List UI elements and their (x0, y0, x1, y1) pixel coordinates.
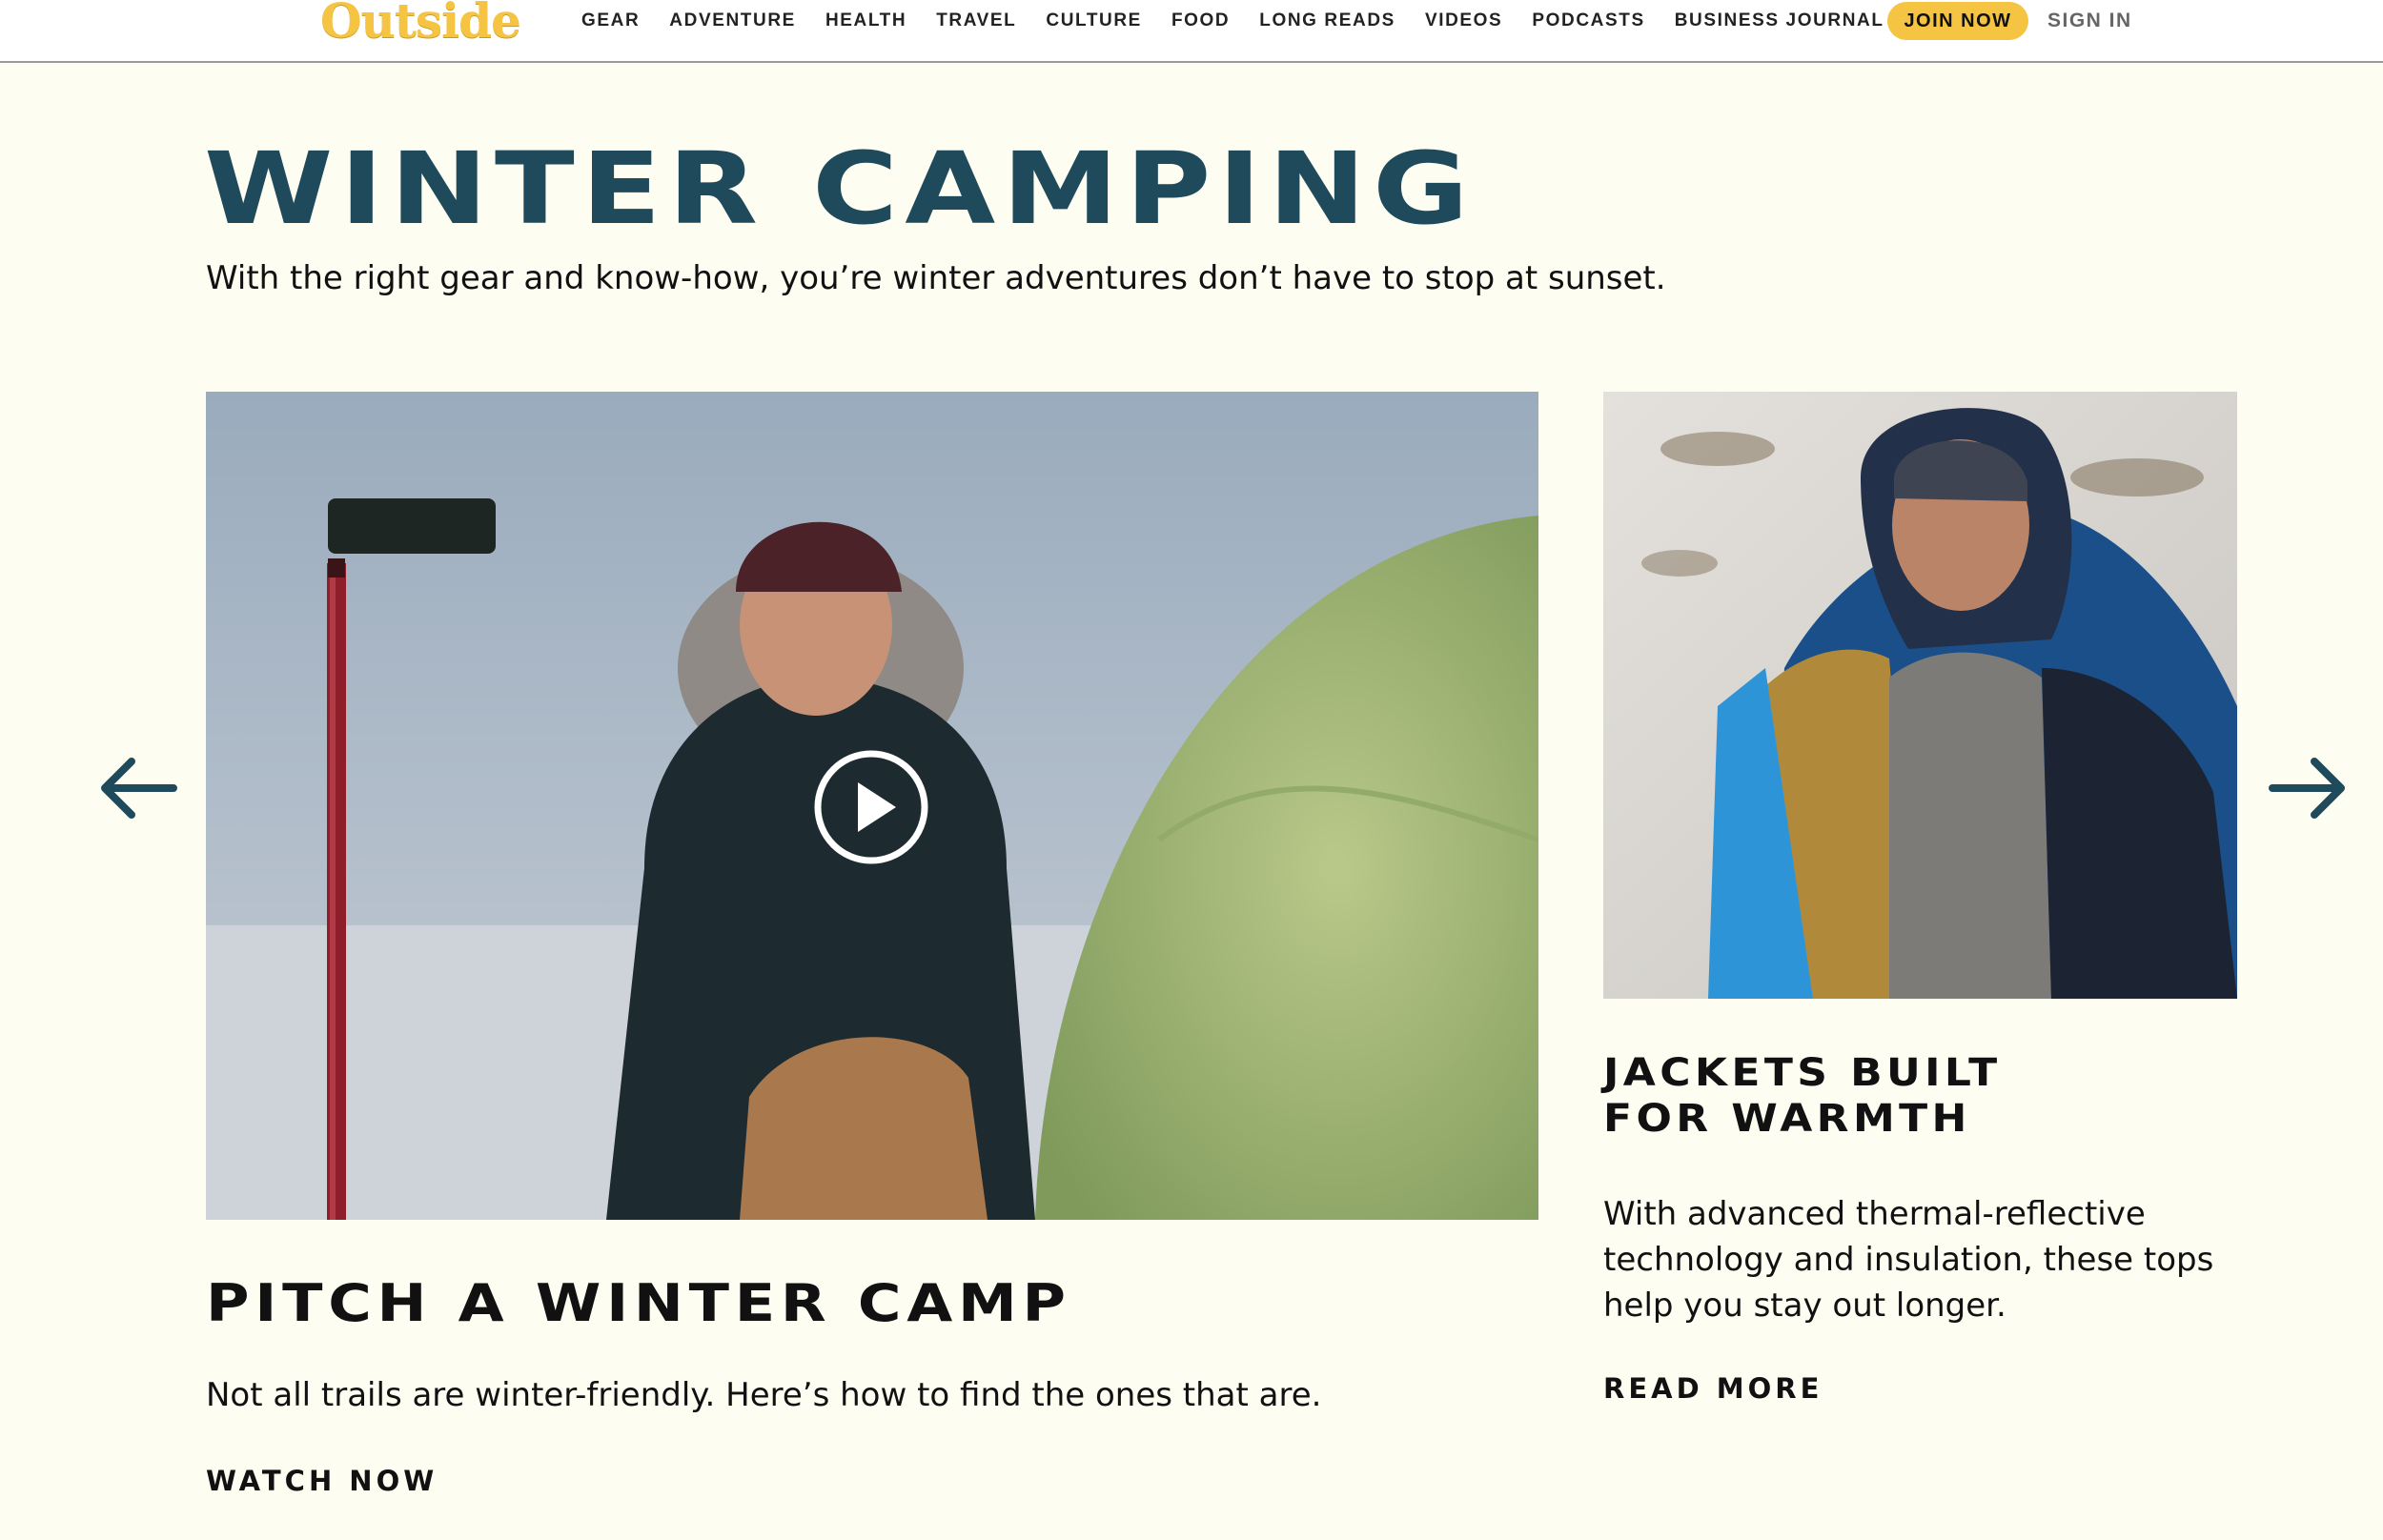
side-card-description-line-3: help you stay out longer. (1603, 1287, 2006, 1325)
section-title: WINTER CAMPING (204, 131, 1476, 247)
side-card-description: With advanced thermal-reflective technol… (1603, 1191, 2214, 1328)
nav-item-business-journal[interactable]: BUSINESS JOURNAL (1675, 10, 1884, 31)
top-navigation-bar: Outside GEAR ADVENTURE HEALTH TRAVEL CUL… (0, 0, 2383, 63)
jacket-article-image[interactable] (1603, 392, 2237, 999)
nav-item-travel[interactable]: TRAVEL (936, 10, 1016, 31)
main-nav: GEAR ADVENTURE HEALTH TRAVEL CULTURE FOO… (581, 0, 1914, 42)
arrow-left-icon (101, 758, 177, 819)
arrow-right-icon (2269, 758, 2345, 819)
section-subtitle: With the right gear and know-how, you’re… (206, 259, 1666, 297)
main-card-title[interactable]: PITCH A WINTER CAMP (206, 1273, 1071, 1334)
nav-item-videos[interactable]: VIDEOS (1425, 10, 1502, 31)
video-thumbnail[interactable] (206, 392, 1538, 1220)
nav-item-podcasts[interactable]: PODCASTS (1532, 10, 1644, 31)
main-card-description: Not all trails are winter-friendly. Here… (206, 1376, 1322, 1414)
side-card-description-line-2: technology and insulation, these tops (1603, 1241, 2214, 1279)
carousel-next-button[interactable] (2265, 745, 2351, 831)
play-icon[interactable] (812, 748, 930, 866)
read-more-link[interactable]: READ MORE (1603, 1372, 1823, 1405)
nav-item-culture[interactable]: CULTURE (1046, 10, 1142, 31)
nav-item-gear[interactable]: GEAR (581, 10, 640, 31)
outside-logo[interactable]: Outside (320, 0, 521, 48)
side-card-title[interactable]: JACKETS BUILT FOR WARMTH (1603, 1050, 2002, 1142)
side-card-title-line-2: FOR WARMTH (1603, 1097, 1971, 1141)
side-card-description-line-1: With advanced thermal-reflective (1603, 1195, 2146, 1233)
side-card-title-line-1: JACKETS BUILT (1603, 1051, 2002, 1095)
nav-item-long-reads[interactable]: LONG READS (1259, 10, 1395, 31)
nav-item-health[interactable]: HEALTH (825, 10, 906, 31)
watch-now-link[interactable]: WATCH NOW (206, 1465, 438, 1497)
sign-in-link[interactable]: SIGN IN (2047, 0, 2132, 42)
carousel-prev-button[interactable] (95, 745, 181, 831)
nav-item-adventure[interactable]: ADVENTURE (669, 10, 796, 31)
nav-item-food[interactable]: FOOD (1171, 10, 1230, 31)
join-now-button[interactable]: JOIN NOW (1887, 2, 2028, 40)
jacket-model-image (1603, 392, 2237, 999)
